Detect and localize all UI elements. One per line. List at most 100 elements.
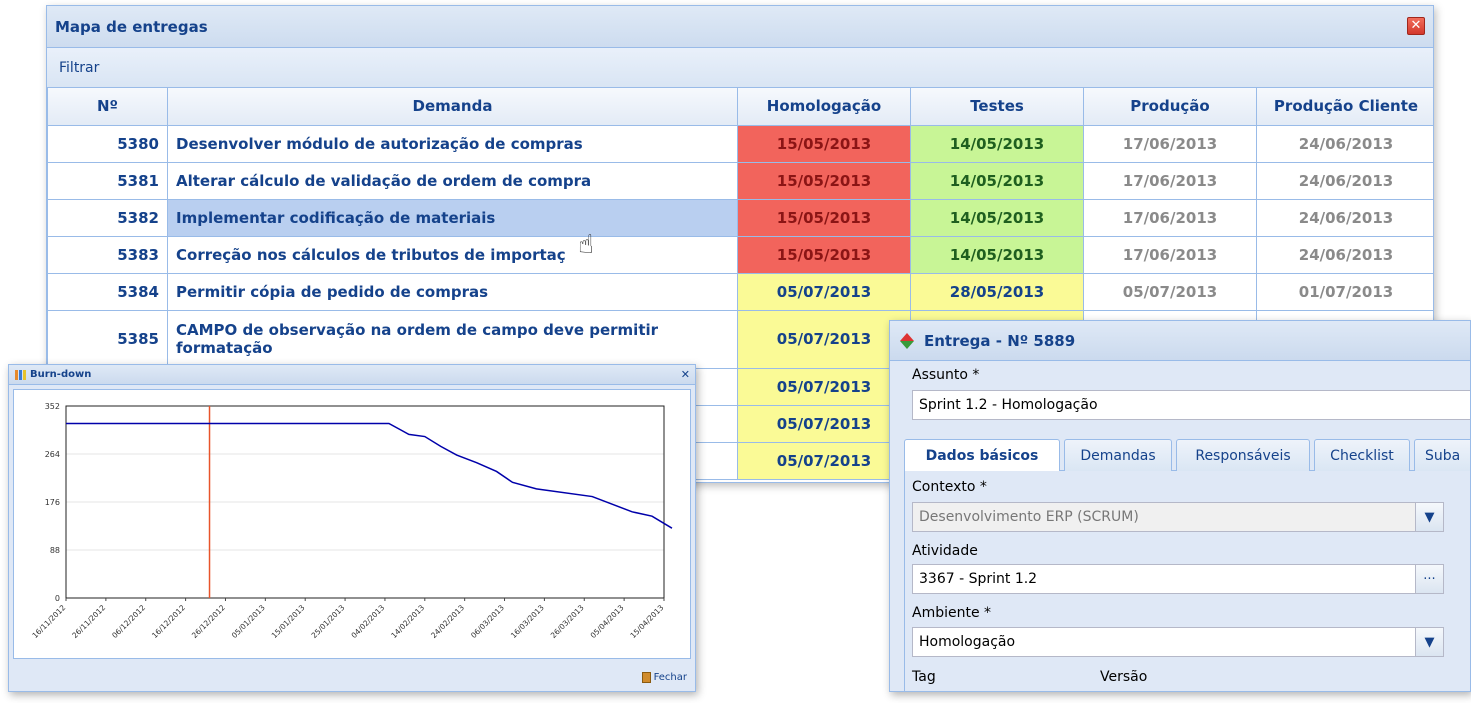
contexto-value: Desenvolvimento ERP (SCRUM) xyxy=(919,509,1139,525)
contexto-combobox[interactable]: Desenvolvimento ERP (SCRUM) ▼ xyxy=(912,502,1444,532)
table-row[interactable]: 5384 Permitir cópia de pedido de compras… xyxy=(47,272,1433,311)
cell-producao: 17/06/2013 xyxy=(1083,124,1257,163)
cell-demanda[interactable]: CAMPO de observação na ordem de campo de… xyxy=(167,309,738,369)
table-row[interactable]: 5383 Correção nos cálculos de tributos d… xyxy=(47,235,1433,274)
cell-homologacao: 15/05/2013 xyxy=(737,198,911,237)
cell-homologacao: 05/07/2013 xyxy=(737,272,911,311)
table-row[interactable]: 5381 Alterar cálculo de validação de ord… xyxy=(47,161,1433,200)
x-tick-label: 14/02/2013 xyxy=(389,603,426,640)
toolbar: Filtrar xyxy=(47,48,1433,88)
burndown-window: Burn-down ✕ 0 88 176 264 352 16/11/2012 26/11/… xyxy=(8,364,696,692)
x-tick-label: 06/12/2012 xyxy=(110,603,147,640)
cell-demanda[interactable]: Implementar codificação de materiais xyxy=(167,198,738,237)
cell-num: 5380 xyxy=(47,124,168,163)
cell-homologacao: 15/05/2013 xyxy=(737,124,911,163)
burndown-footer: Fechar xyxy=(9,663,695,691)
entrega-titlebar[interactable]: Entrega - Nº 5889 xyxy=(890,321,1470,361)
x-tick-label: 04/02/2013 xyxy=(349,603,386,640)
burndown-chart: 0 88 176 264 352 16/11/2012 26/11/2012 06/12/20… xyxy=(30,402,673,640)
cell-homologacao: 15/05/2013 xyxy=(737,235,911,274)
burndown-titlebar[interactable]: Burn-down ✕ xyxy=(9,365,695,385)
cell-producao-cliente: 24/06/2013 xyxy=(1256,124,1433,163)
window-titlebar[interactable]: Mapa de entregas ✕ xyxy=(47,6,1433,48)
cell-homologacao: 05/07/2013 xyxy=(737,404,911,443)
cell-producao-cliente: 24/06/2013 xyxy=(1256,198,1433,237)
close-button[interactable]: Fechar xyxy=(641,671,687,683)
atividade-field[interactable]: 3367 - Sprint 1.2 ··· xyxy=(912,564,1444,594)
cell-num: 5383 xyxy=(47,235,168,274)
x-tick-label: 16/03/2013 xyxy=(509,603,546,640)
cell-testes: 14/05/2013 xyxy=(910,161,1084,200)
x-tick-label: 26/12/2012 xyxy=(190,603,227,640)
close-icon[interactable]: ✕ xyxy=(1407,17,1425,35)
chevron-down-icon[interactable]: ▼ xyxy=(1415,503,1443,531)
cell-producao: 17/06/2013 xyxy=(1083,235,1257,274)
assunto-label: Assunto * xyxy=(912,367,980,383)
tag-label: Tag xyxy=(912,669,936,685)
column-header-demanda[interactable]: Demanda xyxy=(167,88,738,126)
table-row[interactable]: 5380 Desenvolver módulo de autorização d… xyxy=(47,124,1433,163)
column-header-producao[interactable]: Produção xyxy=(1083,88,1257,126)
table-row-selected[interactable]: 5382 Implementar codificação de materiai… xyxy=(47,198,1433,237)
delivery-icon xyxy=(898,332,918,350)
y-tick-label: 176 xyxy=(45,498,60,507)
cell-num: 5384 xyxy=(47,272,168,311)
chevron-down-icon[interactable]: ▼ xyxy=(1415,628,1443,656)
column-header-producao-cliente[interactable]: Produção Cliente xyxy=(1256,88,1433,126)
cell-demanda[interactable]: Desenvolver módulo de autorização de com… xyxy=(167,124,738,163)
tab-responsaveis[interactable]: Responsáveis xyxy=(1176,439,1310,471)
x-tick-label: 25/01/2013 xyxy=(310,603,347,640)
tab-checklist[interactable]: Checklist xyxy=(1314,439,1410,471)
ambiente-label: Ambiente * xyxy=(912,605,992,621)
contexto-label: Contexto * xyxy=(912,479,987,495)
atividade-value: 3367 - Sprint 1.2 xyxy=(919,571,1038,587)
cell-demanda[interactable]: Permitir cópia de pedido de compras xyxy=(167,272,738,311)
cell-testes: 14/05/2013 xyxy=(910,198,1084,237)
tab-subatividades[interactable]: Suba xyxy=(1414,439,1470,471)
x-tick-label: 26/03/2013 xyxy=(549,603,586,640)
cell-producao: 17/06/2013 xyxy=(1083,161,1257,200)
x-tick-label: 05/01/2013 xyxy=(230,603,267,640)
cell-homologacao: 05/07/2013 xyxy=(737,441,911,480)
cell-producao: 17/06/2013 xyxy=(1083,198,1257,237)
cell-homologacao: 05/07/2013 xyxy=(737,367,911,406)
y-tick-label: 88 xyxy=(50,546,60,555)
tab-dados-basicos[interactable]: Dados básicos xyxy=(904,439,1060,472)
cell-homologacao: 05/07/2013 xyxy=(737,309,911,369)
burndown-title: Burn-down xyxy=(30,369,92,380)
cell-homologacao: 15/05/2013 xyxy=(737,161,911,200)
column-header-testes[interactable]: Testes xyxy=(910,88,1084,126)
ellipsis-icon[interactable]: ··· xyxy=(1415,565,1443,593)
cell-testes: 14/05/2013 xyxy=(910,124,1084,163)
atividade-label: Atividade xyxy=(912,543,978,559)
close-icon[interactable]: ✕ xyxy=(681,368,690,381)
cell-num: 5385 xyxy=(47,309,168,369)
x-tick-label: 24/02/2013 xyxy=(429,603,466,640)
cell-demanda[interactable]: Alterar cálculo de validação de ordem de… xyxy=(167,161,738,200)
y-tick-label: 352 xyxy=(45,402,60,411)
cell-num: 5382 xyxy=(47,198,168,237)
door-icon xyxy=(641,671,651,683)
x-tick-label: 05/04/2013 xyxy=(589,603,626,640)
cell-num: 5381 xyxy=(47,161,168,200)
x-tick-label: 06/03/2013 xyxy=(469,603,506,640)
x-tick-label: 16/12/2012 xyxy=(150,603,187,640)
ambiente-value: Homologação xyxy=(919,634,1016,650)
cell-testes: 28/05/2013 xyxy=(910,272,1084,311)
cell-demanda[interactable]: Correção nos cálculos de tributos de imp… xyxy=(167,235,738,274)
x-tick-label: 15/04/2013 xyxy=(628,603,665,640)
x-tick-label: 15/01/2013 xyxy=(270,603,307,640)
assunto-field[interactable]: Sprint 1.2 - Homologação xyxy=(912,390,1470,420)
versao-label: Versão xyxy=(1100,669,1148,685)
cell-producao-cliente: 24/06/2013 xyxy=(1256,235,1433,274)
cell-producao: 05/07/2013 xyxy=(1083,272,1257,311)
y-tick-label: 0 xyxy=(55,594,60,603)
x-tick-label: 26/11/2012 xyxy=(70,603,107,640)
filter-button[interactable]: Filtrar xyxy=(59,60,99,76)
tab-demandas[interactable]: Demandas xyxy=(1064,439,1172,471)
column-header-homologacao[interactable]: Homologação xyxy=(737,88,911,126)
y-tick-label: 264 xyxy=(45,450,60,459)
ambiente-combobox[interactable]: Homologação ▼ xyxy=(912,627,1444,657)
column-header-num[interactable]: Nº xyxy=(47,88,168,126)
cell-testes: 14/05/2013 xyxy=(910,235,1084,274)
